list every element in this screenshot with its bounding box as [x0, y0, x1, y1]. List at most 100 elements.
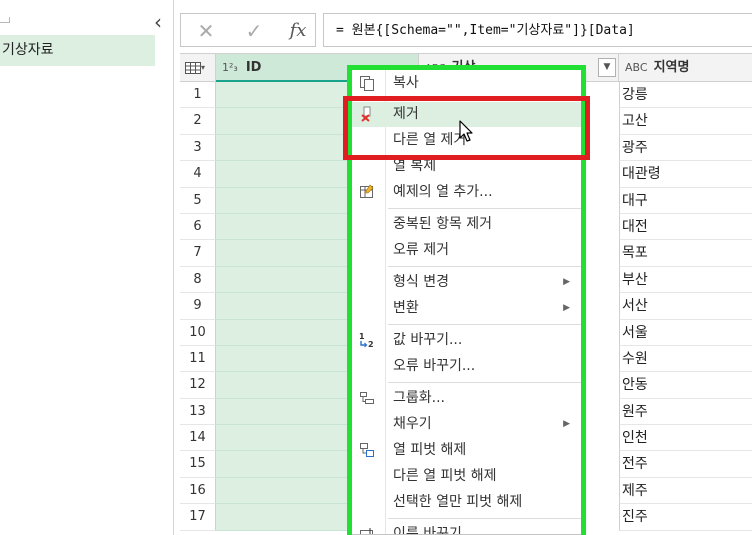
formula-input[interactable]: = 원본{[Schema="",Item="기상자료"]}[Data]: [323, 13, 752, 47]
menu-item-replace-errors[interactable]: 오류 바꾸기...: [350, 354, 582, 379]
region-cell[interactable]: 고산: [619, 108, 752, 135]
region-cell[interactable]: 수원: [619, 345, 752, 373]
menu-label: 다른 열 피벗 해제: [393, 468, 497, 484]
collapse-pane-button[interactable]: ‹: [149, 12, 167, 34]
number-type-icon[interactable]: 1²₃: [222, 61, 238, 74]
menu-separator: [388, 208, 582, 209]
menu-separator: [388, 99, 582, 100]
rename-icon: [358, 526, 376, 534]
dropdown-arrow-icon: ▾: [201, 63, 206, 72]
region-cell[interactable]: 광주: [619, 134, 752, 162]
pane-corner-line: [0, 17, 10, 23]
menu-item-unpivot-columns[interactable]: 열 피벗 해제: [350, 438, 582, 463]
menu-item-remove-duplicates[interactable]: 중복된 항목 제거: [350, 212, 582, 237]
insert-function-button[interactable]: fx: [285, 19, 311, 43]
region-cell[interactable]: 전주: [619, 451, 752, 478]
menu-item-fill[interactable]: 채우기 ▶: [350, 412, 582, 437]
row-number[interactable]: 10: [180, 319, 216, 346]
column-name: ID: [245, 60, 262, 75]
menu-label: 변환: [393, 300, 419, 316]
row-number[interactable]: 9: [180, 293, 216, 320]
menu-item-rename[interactable]: 이름 바꾸기...: [350, 522, 582, 535]
row-number[interactable]: 7: [180, 240, 216, 267]
region-cell[interactable]: 대관령: [619, 161, 752, 188]
region-cell[interactable]: 대전: [619, 213, 752, 241]
row-number[interactable]: 14: [180, 425, 216, 452]
menu-separator: [388, 266, 582, 267]
menu-separator: [388, 382, 582, 383]
region-cell[interactable]: 원주: [619, 398, 752, 426]
formula-bar: ✕ ✓ fx = 원본{[Schema="",Item="기상자료"]}[Dat…: [180, 13, 752, 47]
row-number[interactable]: 11: [180, 345, 216, 373]
svg-text:1: 1: [359, 332, 365, 341]
svg-text:2: 2: [368, 340, 374, 348]
table-icon: [185, 62, 201, 74]
submenu-arrow-icon: ▶: [563, 277, 570, 287]
copy-icon: [358, 75, 376, 93]
menu-label: 선택한 열만 피벗 해제: [393, 494, 523, 510]
row-number[interactable]: 12: [180, 372, 216, 399]
row-number[interactable]: 1: [180, 82, 216, 109]
menu-item-add-column-from-examples[interactable]: 예제의 열 추가...: [350, 180, 582, 205]
menu-label: 열 피벗 해제: [393, 442, 467, 458]
submenu-arrow-icon: ▶: [563, 419, 570, 429]
replace-values-icon: 12: [358, 332, 376, 350]
column-header-region[interactable]: ABC 지역명: [619, 54, 752, 82]
region-cell[interactable]: 목포: [619, 240, 752, 267]
menu-item-remove-other-columns[interactable]: 다른 열 제거: [350, 128, 582, 153]
row-number[interactable]: 16: [180, 477, 216, 505]
menu-label: 오류 제거: [393, 242, 449, 258]
region-cell[interactable]: 안동: [619, 372, 752, 399]
region-cell[interactable]: 서산: [619, 293, 752, 320]
filter-dropdown-icon[interactable]: ▼: [598, 58, 616, 77]
cancel-formula-button[interactable]: ✕: [193, 19, 219, 43]
region-cell[interactable]: 부산: [619, 266, 752, 294]
menu-item-unpivot-selected-columns[interactable]: 선택한 열만 피벗 해제: [350, 490, 582, 515]
row-number[interactable]: 3: [180, 134, 216, 162]
menu-item-copy[interactable]: 복사: [350, 71, 582, 96]
row-number[interactable]: 15: [180, 451, 216, 478]
region-cell[interactable]: 대구: [619, 187, 752, 214]
menu-label: 제거: [393, 106, 419, 122]
region-column-cells: 강릉 고산 광주 대관령 대구 대전 목포 부산 서산 서울 수원 안동 원주 인천 전주 제주 진주: [619, 82, 752, 531]
menu-label: 예제의 열 추가...: [393, 184, 493, 200]
menu-label: 복사: [393, 75, 419, 91]
region-cell[interactable]: 진주: [619, 504, 752, 531]
submenu-arrow-icon: ▶: [563, 303, 570, 313]
menu-item-replace-values[interactable]: 12 값 바꾸기...: [350, 328, 582, 353]
menu-item-unpivot-other-columns[interactable]: 다른 열 피벗 해제: [350, 464, 582, 489]
region-cell[interactable]: 서울: [619, 319, 752, 346]
menu-item-change-type[interactable]: 형식 변경 ▶: [350, 270, 582, 295]
menu-item-group-by[interactable]: 그룹화...: [350, 386, 582, 411]
menu-item-remove[interactable]: 제거: [350, 102, 582, 127]
menu-item-transform[interactable]: 변환 ▶: [350, 296, 582, 321]
row-number[interactable]: 8: [180, 266, 216, 294]
menu-item-remove-errors[interactable]: 오류 제거: [350, 238, 582, 263]
region-cell[interactable]: 제주: [619, 477, 752, 505]
table-menu-button[interactable]: ▾: [180, 54, 216, 82]
row-number[interactable]: 4: [180, 161, 216, 188]
row-number[interactable]: 6: [180, 213, 216, 241]
menu-label: 중복된 항목 제거: [393, 216, 493, 232]
menu-label: 그룹화...: [393, 390, 445, 406]
row-number[interactable]: 2: [180, 108, 216, 135]
text-type-icon[interactable]: ABC: [625, 61, 648, 74]
column-from-examples-icon: [358, 184, 376, 202]
region-cell[interactable]: 인천: [619, 425, 752, 452]
region-cell[interactable]: 강릉: [619, 82, 752, 109]
menu-label: 이름 바꾸기...: [393, 526, 476, 535]
row-number[interactable]: 5: [180, 187, 216, 214]
menu-separator: [388, 324, 582, 325]
menu-label: 채우기: [393, 416, 432, 432]
confirm-formula-button[interactable]: ✓: [241, 19, 267, 43]
menu-separator: [388, 518, 582, 519]
query-item-weather-data[interactable]: 기상자료: [0, 35, 155, 66]
row-number-column: 1 2 3 4 5 6 7 8 9 10 11 12 13 14 15 16 17: [180, 82, 216, 531]
menu-label: 열 복제: [393, 158, 437, 174]
column-context-menu: 복사 제거 다른 열 제거 열 복제 예제의 열 추가... 중복된 항목 제거…: [349, 68, 583, 535]
row-number[interactable]: 13: [180, 398, 216, 426]
row-number[interactable]: 17: [180, 504, 216, 531]
menu-label: 다른 열 제거: [393, 132, 467, 148]
menu-label: 형식 변경: [393, 274, 449, 290]
menu-item-duplicate-column[interactable]: 열 복제: [350, 154, 582, 179]
